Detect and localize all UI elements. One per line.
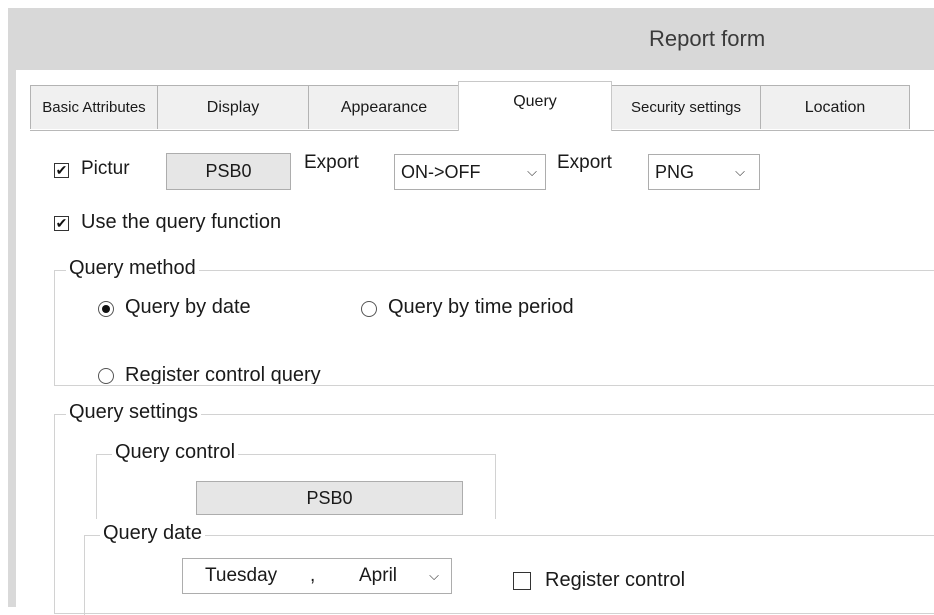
tab-label: Basic Attributes bbox=[42, 99, 146, 116]
tab-appearance[interactable]: Appearance bbox=[308, 85, 460, 129]
tab-label: Location bbox=[804, 98, 866, 116]
register-control-checkbox[interactable] bbox=[513, 572, 531, 590]
tab-label: Appearance bbox=[340, 98, 428, 116]
query-control-title: Query control bbox=[112, 441, 239, 464]
tab-label: Query bbox=[513, 92, 557, 110]
picture-checkbox[interactable]: ✔ bbox=[54, 163, 69, 178]
tab-label: Display bbox=[206, 98, 260, 116]
register-control-label: Register control bbox=[545, 569, 686, 591]
chevron-down-icon: ⌵ bbox=[735, 164, 745, 179]
tab-security-settings[interactable]: Security settings bbox=[611, 85, 761, 129]
tab-query[interactable]: Query bbox=[458, 81, 612, 131]
date-separator: , bbox=[310, 565, 316, 586]
query-by-date-label: Query by date bbox=[125, 296, 251, 318]
query-date-title: Query date bbox=[100, 522, 205, 545]
check-icon: ✔ bbox=[55, 162, 68, 178]
query-by-time-period-radio[interactable] bbox=[361, 301, 377, 317]
query-method-title: Query method bbox=[66, 257, 199, 280]
field-value: PSB0 bbox=[306, 487, 353, 508]
field-value: PSB0 bbox=[205, 161, 252, 181]
month-value: April bbox=[359, 565, 398, 586]
trigger-select[interactable]: ON->OFF ⌵ bbox=[394, 154, 546, 190]
query-settings-title: Query settings bbox=[66, 401, 201, 424]
tab-basic-attributes[interactable]: Basic Attributes bbox=[30, 85, 158, 129]
export-label: Export bbox=[304, 152, 359, 173]
window-title: Report form bbox=[649, 26, 766, 51]
use-query-checkbox[interactable]: ✔ bbox=[54, 216, 69, 231]
tab-location[interactable]: Location bbox=[760, 85, 910, 129]
picture-address-field[interactable]: PSB0 bbox=[166, 153, 291, 190]
register-control-query-radio[interactable] bbox=[98, 368, 114, 384]
export-format-label: Export bbox=[557, 152, 612, 173]
weekday-value: Tuesday bbox=[205, 565, 278, 586]
chevron-down-icon: ⌵ bbox=[527, 164, 537, 179]
chevron-down-icon: ⌵ bbox=[429, 568, 439, 583]
use-query-label: Use the query function bbox=[81, 211, 282, 233]
check-icon: ✔ bbox=[55, 215, 68, 231]
query-control-field[interactable]: PSB0 bbox=[196, 481, 463, 515]
tab-label: Security settings bbox=[630, 99, 742, 116]
select-value: PNG bbox=[655, 161, 695, 182]
register-control-query-label: Register control query bbox=[125, 364, 321, 384]
tab-display[interactable]: Display bbox=[157, 85, 309, 129]
query-by-date-radio[interactable] bbox=[98, 301, 114, 317]
title-bar: Report form bbox=[8, 8, 934, 70]
register-control-query-row: Register control query bbox=[90, 360, 490, 384]
tab-bar: Basic Attributes Display Appearance Quer… bbox=[30, 81, 934, 132]
query-date-select[interactable]: Tuesday , April ⌵ bbox=[182, 558, 452, 594]
format-select[interactable]: PNG ⌵ bbox=[648, 154, 760, 190]
picture-checkbox-label: Pictur bbox=[81, 158, 130, 179]
query-by-time-period-label: Query by time period bbox=[388, 296, 574, 318]
select-value: ON->OFF bbox=[401, 161, 481, 182]
